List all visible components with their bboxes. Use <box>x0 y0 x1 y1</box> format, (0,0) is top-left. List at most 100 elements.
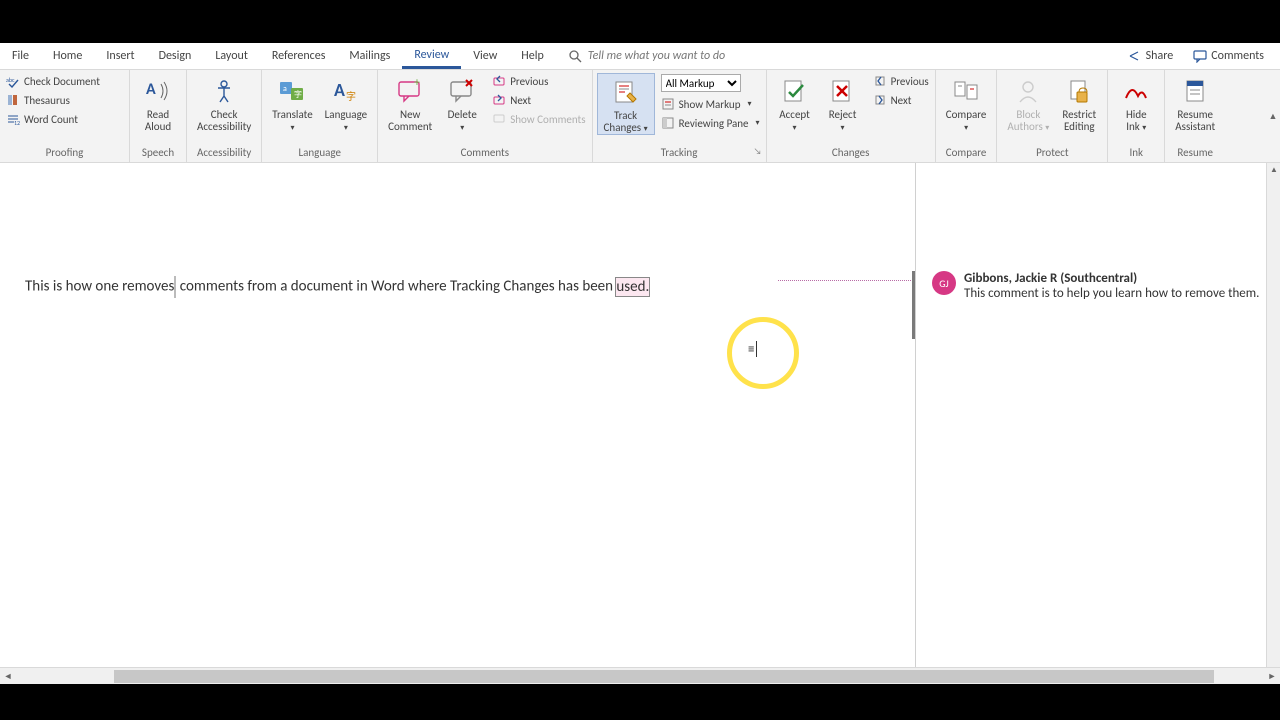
group-title-tracking: Tracking <box>661 146 698 159</box>
accept-icon <box>779 75 811 107</box>
vscroll-up-icon[interactable]: ▲ <box>1267 163 1280 177</box>
collapse-ribbon-button[interactable]: ▲ <box>1266 70 1280 162</box>
delete-comment-button[interactable]: Delete▾ <box>438 73 486 133</box>
search-icon <box>568 49 582 63</box>
markup-mode-dropdown[interactable]: All Markup <box>659 73 762 93</box>
block-authors-button: Block Authors ▾ <box>1001 73 1055 133</box>
reject-button[interactable]: Reject▾ <box>819 73 867 133</box>
comment-author: Gibbons, Jackie R (Southcentral) <box>964 271 1259 286</box>
group-speech: A Read Aloud Speech <box>130 70 187 162</box>
show-comments-button: Show Comments <box>490 111 587 127</box>
share-icon <box>1128 49 1142 63</box>
translate-icon: a字 <box>276 75 308 107</box>
next-change-icon <box>873 93 887 107</box>
tab-review[interactable]: Review <box>402 43 461 69</box>
vertical-scrollbar[interactable]: ▲ <box>1266 163 1280 684</box>
group-changes: Accept▾ Reject▾ Previous Next <box>767 70 936 162</box>
document-area[interactable]: ▲ This is how one removes comments from … <box>0 163 1280 684</box>
ribbon: abc Check Document Thesaurus 123 Word Co… <box>0 70 1280 163</box>
group-protect: Block Authors ▾ Restrict Editing Protect <box>997 70 1108 162</box>
group-ink: Hide Ink ▾ Ink <box>1108 70 1165 162</box>
previous-change-button[interactable]: Previous <box>871 73 931 89</box>
svg-text:a: a <box>283 84 287 94</box>
comment-margin-divider <box>915 163 916 684</box>
tab-insert[interactable]: Insert <box>94 43 146 69</box>
tell-me-search[interactable]: Tell me what you want to do <box>568 43 725 69</box>
hscroll-right-icon[interactable]: ► <box>1264 668 1280 684</box>
accept-button[interactable]: Accept▾ <box>771 73 819 133</box>
read-aloud-button[interactable]: A Read Aloud <box>134 73 182 133</box>
language-button[interactable]: A字 Language▾ <box>319 73 373 133</box>
group-resume: Resume Assistant Resume <box>1165 70 1225 162</box>
tab-view[interactable]: View <box>461 43 509 69</box>
group-title-speech: Speech <box>130 144 186 162</box>
highlight-ring-annotation <box>727 317 799 389</box>
tab-layout[interactable]: Layout <box>203 43 260 69</box>
language-icon: A字 <box>330 75 362 107</box>
markup-mode-select[interactable]: All Markup <box>661 74 741 92</box>
thesaurus-button[interactable]: Thesaurus <box>4 92 102 108</box>
word-count-button[interactable]: 123 Word Count <box>4 111 102 127</box>
comment-indicator-bar <box>912 271 915 339</box>
thesaurus-icon <box>6 93 20 107</box>
avatar: GJ <box>932 271 956 295</box>
show-markup-button[interactable]: Show Markup▾ <box>659 96 762 112</box>
next-comment-button[interactable]: Next <box>490 92 587 108</box>
group-comments: + New Comment Delete▾ Previous Next <box>378 70 592 162</box>
check-accessibility-button[interactable]: Check Accessibility <box>191 73 257 133</box>
group-title-protect: Protect <box>997 144 1107 162</box>
comment-body: This comment is to help you learn how to… <box>964 286 1259 301</box>
tab-design[interactable]: Design <box>147 43 204 69</box>
delete-comment-icon <box>446 75 478 107</box>
commented-text-highlight[interactable]: used. <box>616 278 649 296</box>
tab-mailings[interactable]: Mailings <box>337 43 402 69</box>
translate-button[interactable]: a字 Translate▾ <box>266 73 318 133</box>
group-title-changes: Changes <box>767 144 935 162</box>
new-comment-icon: + <box>394 75 426 107</box>
reviewing-pane-icon <box>661 116 675 130</box>
hide-ink-icon <box>1120 75 1152 107</box>
abc-check-icon: abc <box>6 74 20 88</box>
previous-comment-button[interactable]: Previous <box>490 73 587 89</box>
horizontal-scrollbar[interactable]: ◄ ► <box>0 667 1280 684</box>
svg-text:+: + <box>414 78 420 90</box>
compare-button[interactable]: Compare▾ <box>940 73 993 133</box>
svg-text:A: A <box>334 79 345 101</box>
comments-button[interactable]: Comments <box>1185 49 1272 63</box>
track-changes-button[interactable]: Track Changes ▾ <box>597 73 655 135</box>
next-change-button[interactable]: Next <box>871 92 931 108</box>
comment-balloon[interactable]: GJ Gibbons, Jackie R (Southcentral) This… <box>932 271 1272 301</box>
text-cursor-icon: ≡ <box>748 341 757 357</box>
track-changes-icon <box>610 76 642 108</box>
read-aloud-icon: A <box>142 75 174 107</box>
reviewing-pane-button[interactable]: Reviewing Pane▾ <box>659 115 762 131</box>
tracking-launcher-icon[interactable]: ↘ <box>754 146 762 157</box>
group-title-accessibility: Accessibility <box>187 144 261 162</box>
group-title-language: Language <box>262 144 377 162</box>
svg-text:字: 字 <box>346 90 356 103</box>
group-language: a字 Translate▾ A字 Language▾ Language <box>262 70 378 162</box>
check-document-button[interactable]: abc Check Document <box>4 73 102 89</box>
hscroll-left-icon[interactable]: ◄ <box>0 668 16 684</box>
restrict-editing-button[interactable]: Restrict Editing <box>1055 73 1103 133</box>
tab-file[interactable]: File <box>0 43 41 69</box>
new-comment-button[interactable]: + New Comment <box>382 73 438 133</box>
comment-icon <box>1193 49 1207 63</box>
resume-assistant-button[interactable]: Resume Assistant <box>1169 73 1221 133</box>
accessibility-icon <box>208 75 240 107</box>
next-comment-icon <box>492 93 506 107</box>
block-authors-icon <box>1012 75 1044 107</box>
group-title-resume: Resume <box>1165 144 1225 162</box>
reject-icon <box>827 75 859 107</box>
tab-help[interactable]: Help <box>509 43 556 69</box>
group-tracking: Track Changes ▾ All Markup Show Markup▾ … <box>593 70 767 162</box>
hide-ink-button[interactable]: Hide Ink ▾ <box>1112 73 1160 133</box>
share-button[interactable]: Share <box>1120 49 1182 63</box>
group-title-comments: Comments <box>378 144 591 162</box>
hscroll-thumb[interactable] <box>114 670 1214 683</box>
tab-home[interactable]: Home <box>41 43 94 69</box>
document-paragraph[interactable]: This is how one removes comments from a … <box>25 276 649 298</box>
tab-references[interactable]: References <box>260 43 338 69</box>
svg-text:A: A <box>146 80 156 99</box>
menu-bar: File Home Insert Design Layout Reference… <box>0 43 1280 70</box>
